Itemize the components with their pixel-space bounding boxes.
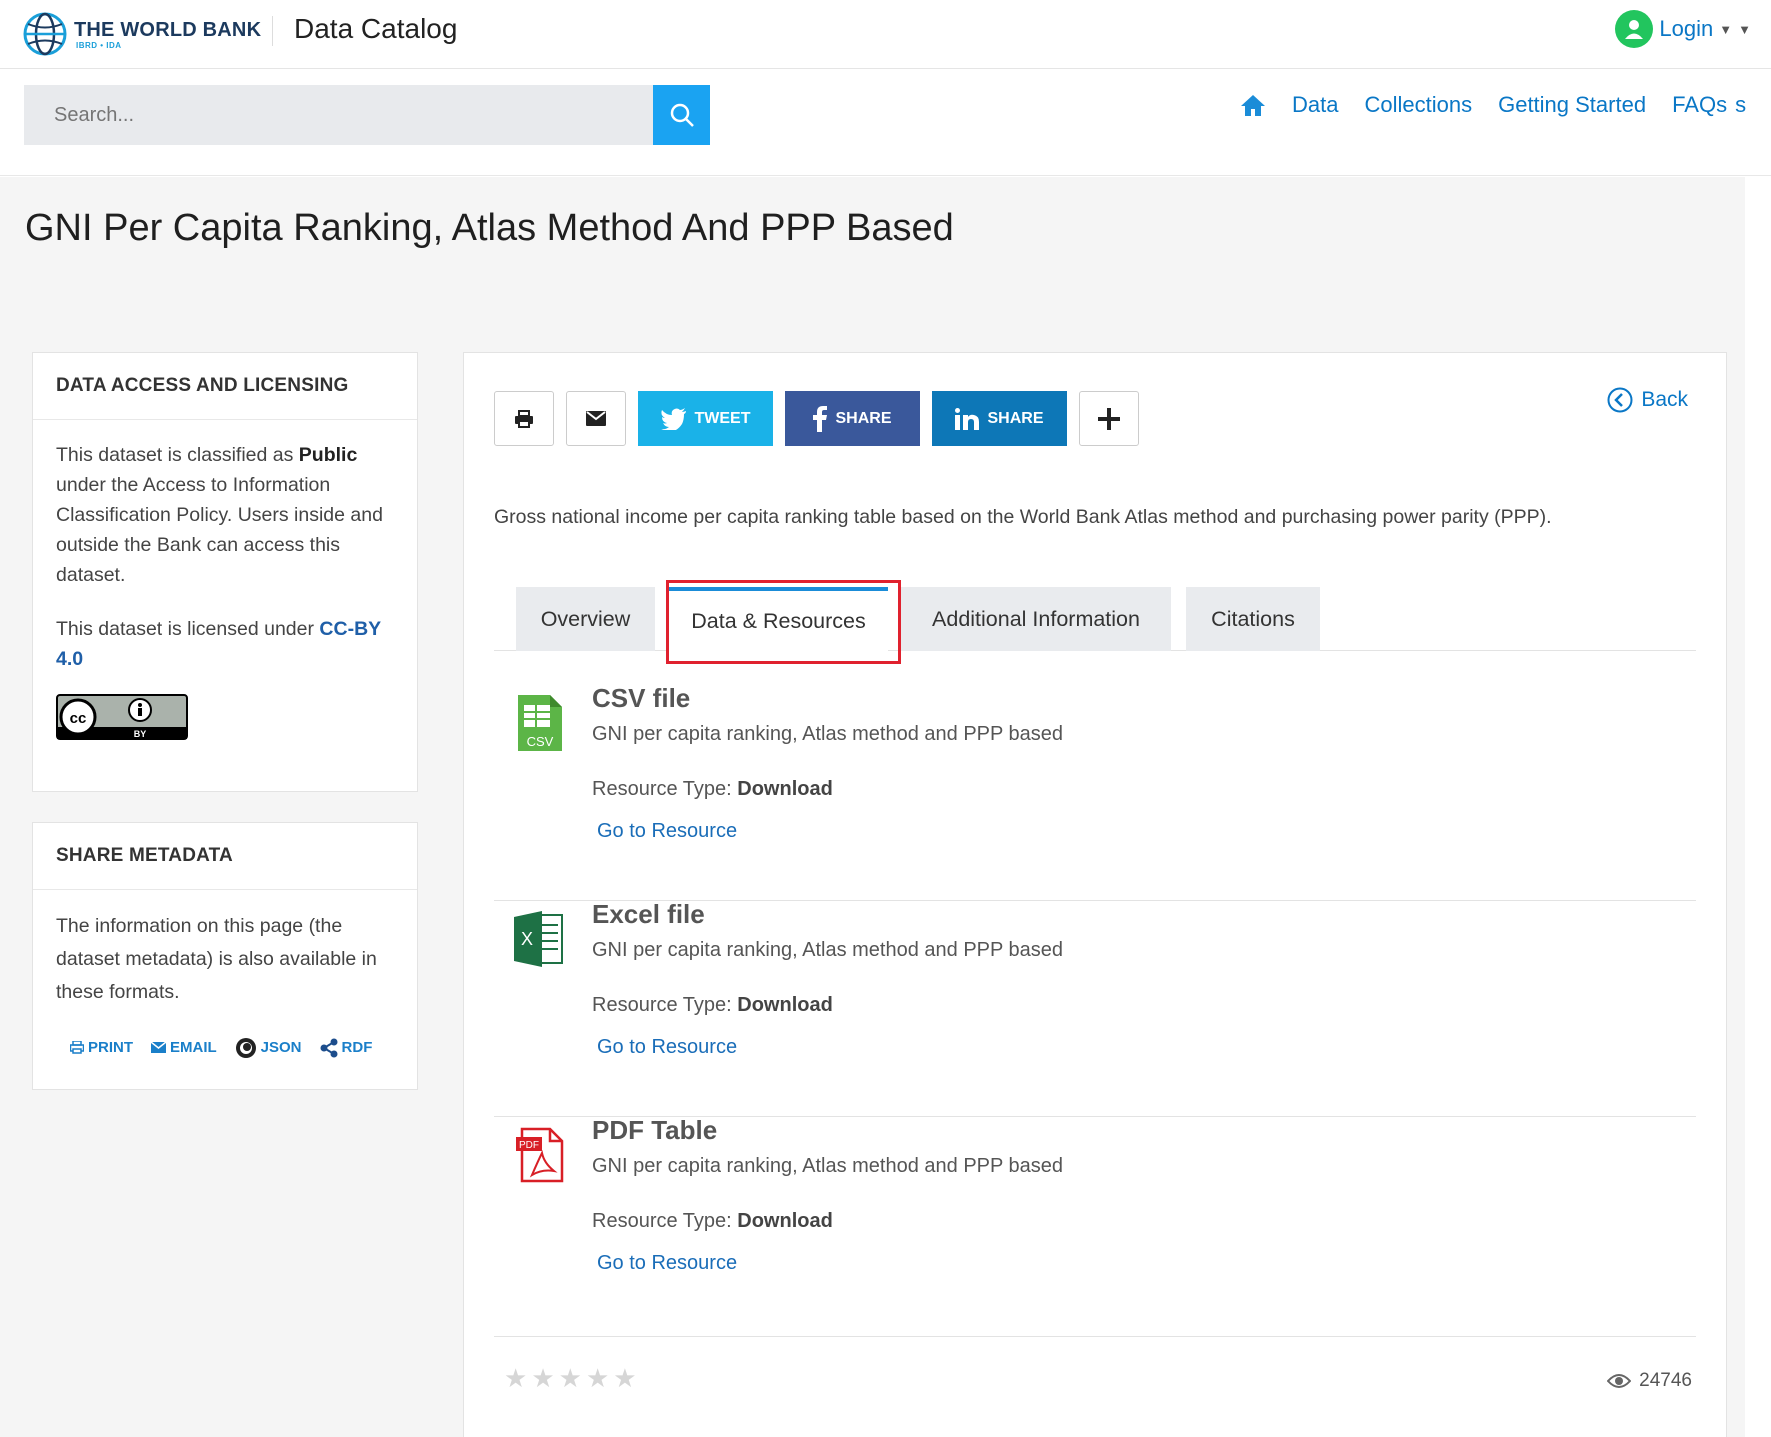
logo-subtitle: IBRD • IDA: [76, 40, 122, 50]
top-bar: THE WORLD BANK IBRD • IDA Data Catalog L…: [0, 0, 1771, 69]
active-tab-highlight: [666, 580, 901, 664]
eye-icon: [1607, 1374, 1632, 1388]
nav-item-data[interactable]: Data: [1292, 92, 1338, 118]
tab-citations[interactable]: Citations: [1186, 587, 1320, 651]
metadata-json-link[interactable]: JSON: [235, 1031, 302, 1064]
nav-item-collections[interactable]: Collections: [1364, 92, 1472, 118]
metadata-description: The information on this page (the datase…: [56, 915, 377, 1003]
excel-file-icon: X: [514, 911, 563, 967]
dataset-main-panel: TWEET SHARE SHARE Back Gross national in…: [463, 352, 1727, 1437]
pdf-file-icon: PDF: [516, 1127, 564, 1183]
user-avatar-icon: [1615, 10, 1654, 48]
resource-type: Resource Type: Download: [592, 1210, 833, 1232]
back-link[interactable]: Back: [1607, 387, 1688, 413]
data-access-card: DATA ACCESS AND LICENSING This dataset i…: [32, 352, 418, 792]
resource-subtitle: GNI per capita ranking, Atlas method and…: [592, 723, 1064, 745]
logo-title: THE WORLD BANK: [74, 18, 262, 41]
globe-logo-icon: [23, 12, 67, 56]
print-icon: [515, 409, 533, 428]
search-button[interactable]: [653, 85, 710, 145]
license-text: This dataset is licensed under CC-BY 4.0: [56, 618, 381, 670]
metadata-email-link[interactable]: EMAIL: [151, 1031, 217, 1064]
print-icon: [70, 1041, 84, 1054]
star-icon[interactable]: ★: [531, 1363, 554, 1394]
resource-subtitle: GNI per capita ranking, Atlas method and…: [592, 1155, 1064, 1177]
search-input[interactable]: [24, 85, 653, 145]
main-nav: Data Collections Getting Started FAQs s: [1240, 92, 1746, 118]
nav-item-getting-started[interactable]: Getting Started: [1498, 92, 1646, 118]
metadata-rdf-link[interactable]: RDF: [320, 1031, 372, 1064]
world-bank-logo[interactable]: THE WORLD BANK IBRD • IDA: [22, 11, 261, 57]
view-count: 24746: [1607, 1370, 1692, 1392]
resource-item: CSV CSV file GNI per capita ranking, Atl…: [494, 683, 1696, 901]
svg-text:CSV: CSV: [527, 734, 554, 749]
tab-overview[interactable]: Overview: [516, 587, 655, 651]
header-divider: [272, 16, 273, 46]
page-title: GNI Per Capita Ranking, Atlas Method And…: [25, 207, 954, 249]
svg-text:cc: cc: [70, 710, 87, 727]
login-menu[interactable]: Login ▼ ▼: [1615, 10, 1751, 48]
go-to-resource-link[interactable]: Go to Resource: [597, 820, 737, 843]
facebook-share-button[interactable]: SHARE: [785, 391, 920, 446]
star-icon[interactable]: ★: [559, 1363, 582, 1394]
resource-title: CSV file: [592, 683, 691, 713]
tweet-button[interactable]: TWEET: [638, 391, 773, 446]
resource-type: Resource Type: Download: [592, 778, 833, 800]
go-to-resource-link[interactable]: Go to Resource: [597, 1252, 737, 1275]
email-button[interactable]: [566, 391, 626, 446]
scrollbar[interactable]: [1745, 177, 1771, 1437]
resource-title: PDF Table: [592, 1115, 718, 1145]
divider: [494, 1336, 1696, 1337]
print-button[interactable]: [494, 391, 554, 446]
plus-icon: [1098, 407, 1120, 430]
go-to-resource-link[interactable]: Go to Resource: [597, 1036, 737, 1059]
envelope-icon: [151, 1042, 166, 1053]
chevron-down-icon[interactable]: ▼: [1738, 22, 1751, 37]
envelope-icon: [586, 411, 606, 426]
home-icon[interactable]: [1240, 93, 1266, 117]
svg-text:BY: BY: [134, 729, 147, 739]
search-icon: [670, 103, 694, 127]
linkedin-share-button[interactable]: SHARE: [932, 391, 1067, 446]
access-classification-text: This dataset is classified as Public und…: [56, 444, 383, 586]
resource-item: X Excel file GNI per capita ranking, Atl…: [494, 899, 1696, 1117]
resource-type: Resource Type: Download: [592, 994, 833, 1016]
dataset-description: Gross national income per capita ranking…: [494, 506, 1552, 528]
share-metadata-card: SHARE METADATA The information on this p…: [32, 822, 418, 1090]
tab-additional-information[interactable]: Additional Information: [901, 587, 1171, 651]
star-icon[interactable]: ★: [586, 1363, 609, 1394]
star-icon[interactable]: ★: [504, 1363, 527, 1394]
resource-item: PDF PDF Table GNI per capita ranking, At…: [494, 1115, 1696, 1333]
nav-item-faqs[interactable]: FAQs: [1672, 92, 1727, 118]
chevron-left-circle-icon: [1607, 387, 1633, 413]
svg-text:X: X: [521, 929, 533, 949]
resource-title: Excel file: [592, 899, 705, 929]
nav-overflow[interactable]: s: [1735, 92, 1746, 118]
metadata-print-link[interactable]: PRINT: [70, 1031, 133, 1064]
share-nodes-icon: [320, 1038, 338, 1057]
json-icon: [235, 1037, 256, 1058]
share-metadata-heading: SHARE METADATA: [33, 823, 417, 890]
facebook-icon: [813, 405, 828, 432]
linkedin-icon: [955, 407, 980, 430]
csv-file-icon: CSV: [518, 695, 562, 751]
resource-subtitle: GNI per capita ranking, Atlas method and…: [592, 939, 1064, 961]
data-access-heading: DATA ACCESS AND LICENSING: [33, 353, 417, 420]
cc-by-badge-icon[interactable]: cc BY: [56, 694, 188, 740]
search-nav-bar: Data Collections Getting Started FAQs s: [0, 70, 1771, 176]
metadata-format-links: PRINT EMAIL JSON RDF: [56, 1031, 394, 1064]
site-title[interactable]: Data Catalog: [294, 13, 457, 45]
svg-text:PDF: PDF: [519, 1140, 539, 1151]
login-label[interactable]: Login: [1659, 16, 1713, 42]
star-rating[interactable]: ★ ★ ★ ★ ★: [504, 1363, 637, 1394]
chevron-down-icon[interactable]: ▼: [1719, 22, 1732, 37]
share-toolbar: TWEET SHARE SHARE: [494, 391, 1139, 446]
search-form: [24, 85, 710, 145]
star-icon[interactable]: ★: [613, 1363, 636, 1394]
more-share-button[interactable]: [1079, 391, 1139, 446]
twitter-bird-icon: [660, 407, 686, 430]
